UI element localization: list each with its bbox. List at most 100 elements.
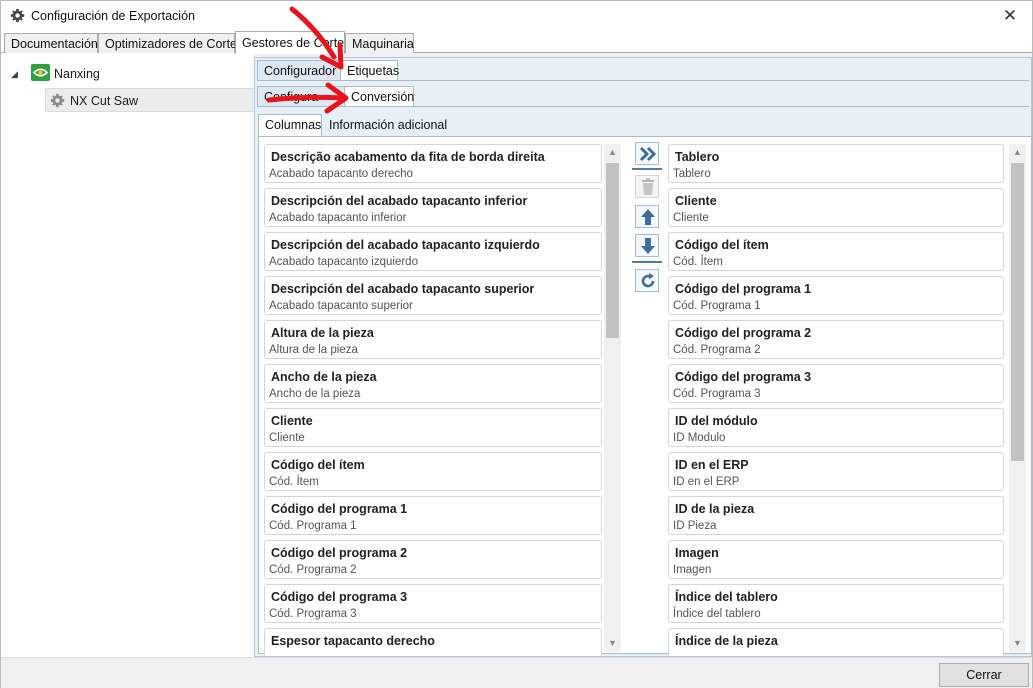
tab-maquinaria[interactable]: Maquinaria bbox=[345, 33, 414, 53]
move-up-button[interactable] bbox=[635, 205, 659, 228]
scroll-down-icon[interactable]: ▼ bbox=[604, 635, 621, 652]
tab-documentacion[interactable]: Documentación bbox=[4, 33, 98, 53]
column-item-title: ID del módulo bbox=[675, 414, 758, 428]
column-item-title: Ancho de la pieza bbox=[271, 370, 377, 384]
column-item-subtitle: Cód. Programa 3 bbox=[269, 608, 357, 620]
reset-columns-button[interactable] bbox=[635, 269, 659, 292]
selected-columns-scrollbar[interactable]: ▲ ▼ bbox=[1009, 144, 1026, 652]
column-item-title: Código del programa 3 bbox=[675, 370, 812, 384]
arrow-up-icon bbox=[641, 209, 655, 225]
column-item[interactable]: Descripción del acabado tapacanto izquie… bbox=[264, 232, 602, 271]
tab-optimizadores[interactable]: Optimizadores de Corte bbox=[98, 33, 237, 53]
column-item-subtitle: Cód. Programa 2 bbox=[673, 344, 761, 356]
column-item-subtitle: ID en el ERP bbox=[673, 476, 740, 488]
tree-item-nx-cut-saw[interactable]: NX Cut Saw bbox=[45, 88, 254, 112]
column-item[interactable]: Código del ítem Cód. Ítem bbox=[668, 232, 1004, 271]
column-item-title: Imagen bbox=[675, 546, 719, 560]
column-item[interactable]: Descripción del acabado tapacanto inferi… bbox=[264, 188, 602, 227]
column-item-subtitle: Altura de la pieza bbox=[269, 344, 358, 356]
column-item-title: Descripción del acabado tapacanto superi… bbox=[271, 282, 535, 296]
tree-collapse-icon[interactable]: ◢ bbox=[11, 69, 18, 80]
column-item-title: Descrição acabamento da fita de borda di… bbox=[271, 150, 545, 164]
tree-item-label: NX Cut Saw bbox=[70, 94, 139, 108]
column-item-title: Código del programa 2 bbox=[271, 546, 408, 560]
column-item[interactable]: Código del programa 1 Cód. Programa 1 bbox=[264, 496, 602, 535]
column-item-title: Código del ítem bbox=[675, 238, 769, 252]
window-title: Configuración de Exportación bbox=[31, 9, 195, 23]
refresh-icon bbox=[641, 273, 655, 288]
column-item[interactable]: Descrição acabamento da fita de borda di… bbox=[264, 144, 602, 183]
column-item-subtitle: Acabado tapacanto inferior bbox=[269, 212, 407, 224]
column-item-subtitle: ID Pieza bbox=[673, 520, 717, 532]
gear-icon bbox=[10, 8, 25, 23]
column-item[interactable]: Descripción del acabado tapacanto superi… bbox=[264, 276, 602, 315]
title-bar: Configuración de Exportación ✕ bbox=[1, 1, 1032, 31]
column-item[interactable]: Código del programa 3 Cód. Programa 3 bbox=[668, 364, 1004, 403]
main-tab-strip: Documentación Optimizadores de Corte Ges… bbox=[1, 31, 1032, 54]
column-item[interactable]: Cliente Cliente bbox=[264, 408, 602, 447]
column-item-subtitle: Cód. Ítem bbox=[673, 256, 723, 268]
column-item[interactable]: Tablero Tablero bbox=[668, 144, 1004, 183]
tab-columnas[interactable]: Columnas bbox=[258, 114, 322, 136]
scroll-up-icon[interactable]: ▲ bbox=[1009, 144, 1026, 161]
column-item[interactable]: Cliente Cliente bbox=[668, 188, 1004, 227]
close-icon[interactable]: ✕ bbox=[988, 1, 1032, 31]
column-item[interactable]: Código del programa 2 Cód. Programa 2 bbox=[668, 320, 1004, 359]
column-item-title: Código del ítem bbox=[271, 458, 365, 472]
selected-columns-list: Tablero Tablero Cliente Cliente Código del í… bbox=[668, 144, 1004, 656]
column-item-title: Índice del tablero bbox=[675, 590, 778, 604]
column-item-title: Espesor tapacanto derecho bbox=[271, 634, 435, 648]
column-item[interactable]: Código del programa 1 Cód. Programa 1 bbox=[668, 276, 1004, 315]
move-down-button[interactable] bbox=[635, 234, 659, 257]
column-item[interactable]: ID del módulo ID Modulo bbox=[668, 408, 1004, 447]
column-item-title: Descripción del acabado tapacanto inferi… bbox=[271, 194, 528, 208]
column-item-subtitle: Cliente bbox=[269, 432, 305, 444]
column-item-subtitle: Cód. Programa 1 bbox=[269, 520, 357, 532]
column-item-subtitle: Cliente bbox=[673, 212, 709, 224]
gear-icon bbox=[50, 93, 65, 108]
column-item[interactable]: Espesor tapacanto derecho bbox=[264, 628, 602, 656]
column-item[interactable]: ID en el ERP ID en el ERP bbox=[668, 452, 1004, 491]
machine-config-panel: Configurador Etiquetas Configura Convers… bbox=[254, 53, 1032, 657]
column-item-subtitle: Acabado tapacanto derecho bbox=[269, 168, 413, 180]
available-columns-scrollbar[interactable]: ▲ ▼ bbox=[604, 144, 621, 652]
tree-root-nanxing[interactable]: Nanxing bbox=[54, 67, 100, 81]
column-item[interactable]: Código del programa 3 Cód. Programa 3 bbox=[264, 584, 602, 623]
scroll-up-icon[interactable]: ▲ bbox=[604, 144, 621, 161]
column-item[interactable]: Índice del tablero Índice del tablero bbox=[668, 584, 1004, 623]
tab-conversion[interactable]: Conversión bbox=[344, 86, 414, 106]
column-item-subtitle: Ancho de la pieza bbox=[269, 388, 361, 400]
scroll-thumb[interactable] bbox=[606, 163, 619, 338]
remove-column-button[interactable] bbox=[635, 175, 659, 198]
tab-gestores-de-corte[interactable]: Gestores de Corte bbox=[235, 31, 345, 54]
column-item-title: Índice de la pieza bbox=[675, 634, 778, 648]
tab-etiquetas[interactable]: Etiquetas bbox=[340, 60, 399, 80]
column-item-subtitle: Tablero bbox=[673, 168, 711, 180]
column-item-title: Código del programa 1 bbox=[675, 282, 812, 296]
tab-configurador-etiquetas[interactable]: Configura bbox=[257, 86, 345, 106]
column-item[interactable]: Altura de la pieza Altura de la pieza bbox=[264, 320, 602, 359]
column-item[interactable]: Código del programa 2 Cód. Programa 2 bbox=[264, 540, 602, 579]
tab-configurador[interactable]: Configurador bbox=[257, 60, 341, 80]
scroll-thumb[interactable] bbox=[1011, 163, 1024, 461]
scroll-down-icon[interactable]: ▼ bbox=[1009, 635, 1026, 652]
column-item-title: Cliente bbox=[271, 414, 313, 428]
column-item-subtitle: Acabado tapacanto superior bbox=[269, 300, 413, 312]
column-item[interactable]: Ancho de la pieza Ancho de la pieza bbox=[264, 364, 602, 403]
columns-editor: Descrição acabamento da fita de borda di… bbox=[258, 136, 1032, 656]
nanxing-logo-icon bbox=[31, 64, 50, 81]
column-item-title: ID de la pieza bbox=[675, 502, 755, 516]
config-tab-area: Configurador Etiquetas Configura Convers… bbox=[254, 57, 1032, 657]
column-item[interactable]: Índice de la pieza bbox=[668, 628, 1004, 656]
trash-icon bbox=[642, 178, 654, 195]
column-item-subtitle: Cód. Programa 2 bbox=[269, 564, 357, 576]
column-item[interactable]: ID de la pieza ID Pieza bbox=[668, 496, 1004, 535]
close-button[interactable]: Cerrar bbox=[939, 663, 1029, 687]
column-item-title: Código del programa 1 bbox=[271, 502, 408, 516]
dialog-footer: Cerrar bbox=[1, 657, 1032, 688]
add-columns-button[interactable] bbox=[635, 142, 659, 165]
tab-informacion-adicional[interactable]: Información adicional bbox=[322, 114, 447, 134]
column-item-title: ID en el ERP bbox=[675, 458, 749, 472]
column-item[interactable]: Código del ítem Cód. Ítem bbox=[264, 452, 602, 491]
column-item[interactable]: Imagen Imagen bbox=[668, 540, 1004, 579]
